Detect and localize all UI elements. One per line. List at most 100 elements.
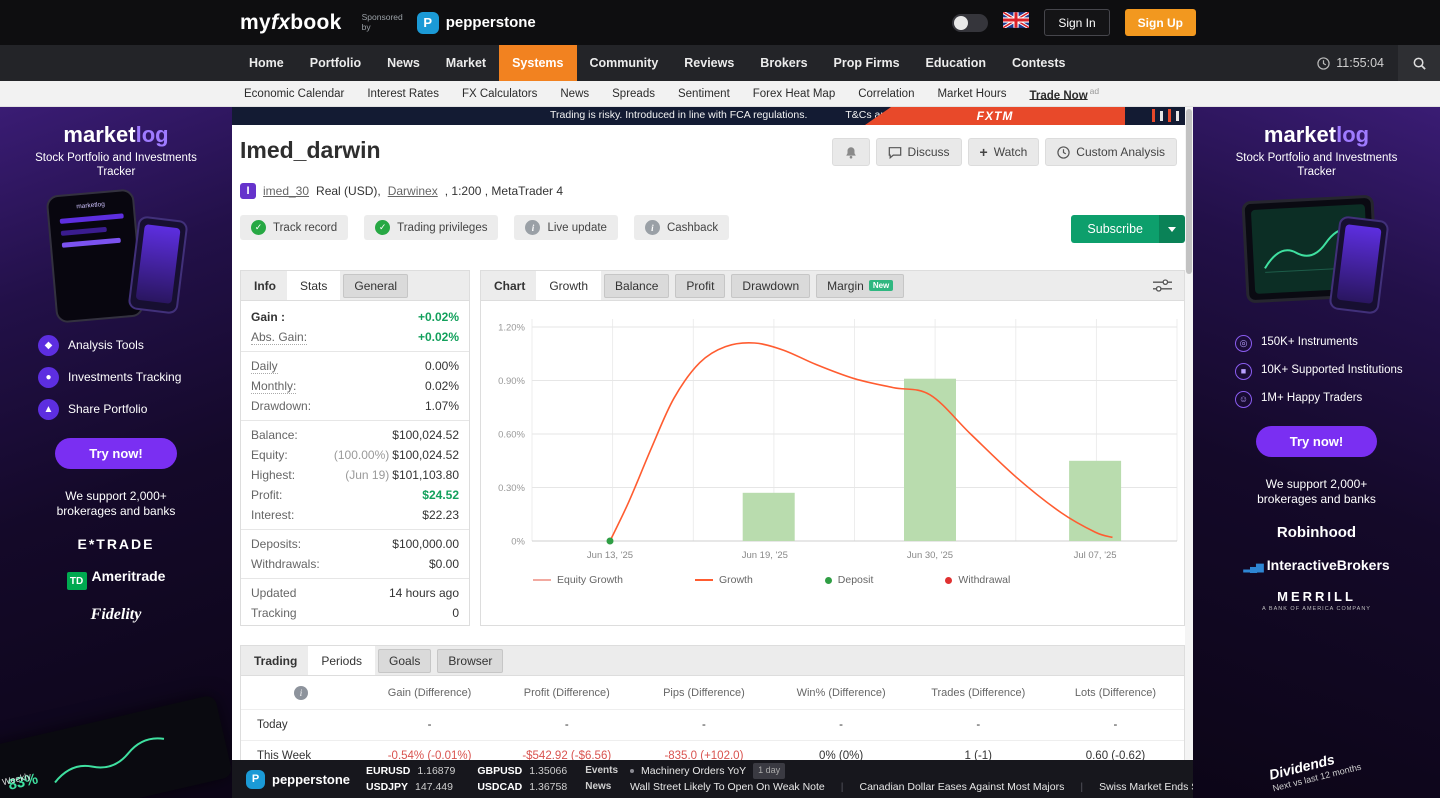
- nav-item-market[interactable]: Market: [433, 45, 499, 81]
- nav-item-reviews[interactable]: Reviews: [671, 45, 747, 81]
- legend-deposit[interactable]: Deposit: [824, 574, 873, 586]
- trading-privileges-badge[interactable]: ✓ Trading privileges: [364, 215, 499, 240]
- track-record-badge[interactable]: ✓ Track record: [240, 215, 349, 240]
- try-now-button[interactable]: Try now!: [1255, 425, 1378, 457]
- custom-analysis-button[interactable]: Custom Analysis: [1045, 138, 1177, 166]
- search-button[interactable]: [1398, 45, 1440, 81]
- scrollbar-thumb[interactable]: [1186, 109, 1192, 274]
- nav-item-contests[interactable]: Contests: [999, 45, 1078, 81]
- tab-browser[interactable]: Browser: [437, 648, 504, 673]
- event-row[interactable]: Machinery Orders YoY 1 day: [630, 762, 1193, 779]
- fxtm-ad-banner[interactable]: Trading is risky. Introduced in line wit…: [232, 107, 1185, 125]
- info-icon[interactable]: i: [294, 685, 308, 700]
- info-icon: i: [525, 220, 541, 235]
- merrill-logo: MERRILL: [1277, 588, 1356, 604]
- quote-column[interactable]: EURUSD 1.16879 USDJPY 147.449: [366, 763, 455, 796]
- subnav-market-hours[interactable]: Market Hours: [937, 88, 1006, 100]
- stats-panel-tabs: Info Stats General: [241, 271, 469, 301]
- profit-value: $24.52: [422, 488, 459, 502]
- nav-item-home[interactable]: Home: [236, 45, 297, 81]
- headline[interactable]: Wall Street Likely To Open On Weak Note: [630, 779, 825, 795]
- pepperstone-icon: P: [246, 769, 265, 789]
- tracking-icon: ●: [38, 366, 59, 388]
- subnav-sentiment[interactable]: Sentiment: [678, 88, 730, 100]
- subscribe-dropdown[interactable]: [1159, 215, 1185, 243]
- marketlog-logo: marketlog: [63, 122, 169, 147]
- daily-value: 0.00%: [424, 359, 459, 373]
- broker-link[interactable]: Darwinex: [388, 184, 438, 198]
- scrollbar-track[interactable]: [1185, 107, 1193, 798]
- notifications-button[interactable]: [831, 138, 870, 166]
- support-text: We support 2,000+ brokerages and banks: [56, 488, 176, 519]
- tracking-value: 0: [452, 606, 459, 620]
- left-ad-sidebar[interactable]: marketlog Stock Portfolio and Investment…: [0, 107, 232, 798]
- svg-text:0.30%: 0.30%: [498, 483, 525, 494]
- logo-fx: fx: [270, 10, 291, 34]
- dot-swatch: [824, 576, 832, 584]
- sign-in-button[interactable]: Sign In: [1044, 9, 1110, 36]
- headline[interactable]: Canadian Dollar Eases Against Most Major…: [860, 779, 1065, 795]
- subnav-economic-calendar[interactable]: Economic Calendar: [244, 88, 344, 100]
- discuss-button[interactable]: Discuss: [875, 138, 962, 166]
- tab-general[interactable]: General: [343, 273, 409, 298]
- nav-item-prop-firms[interactable]: Prop Firms: [821, 45, 913, 81]
- withdrawals-value: $0.00: [428, 557, 459, 571]
- sponsored-label: Sponsored by: [361, 11, 403, 32]
- pepperstone-logo[interactable]: P pepperstone: [416, 11, 536, 34]
- subnav-spreads[interactable]: Spreads: [612, 88, 655, 100]
- equity-value: (100.00%) $100,024.52: [333, 448, 459, 462]
- headline[interactable]: Swiss Market Ends Sharp: [1099, 779, 1193, 795]
- tab-balance[interactable]: Balance: [604, 273, 670, 298]
- try-now-button[interactable]: Try now!: [55, 437, 177, 469]
- nav-item-community[interactable]: Community: [577, 45, 672, 81]
- subnav-interest-rates[interactable]: Interest Rates: [367, 88, 439, 100]
- subscribe-button[interactable]: Subscribe: [1071, 215, 1185, 243]
- tab-margin[interactable]: Margin New: [816, 273, 905, 298]
- uk-flag-icon[interactable]: [1002, 10, 1031, 33]
- mock-bar: [60, 226, 108, 236]
- tab-profit[interactable]: Profit: [675, 273, 726, 298]
- share-icon: ▲: [38, 398, 59, 420]
- tab-periods[interactable]: Periods: [308, 646, 376, 675]
- nav-item-brokers[interactable]: Brokers: [747, 45, 820, 81]
- live-update-badge[interactable]: i Live update: [514, 215, 618, 240]
- legend-equity-growth[interactable]: Equity Growth: [533, 574, 623, 586]
- myfxbook-logo[interactable]: myfxbook: [240, 11, 342, 35]
- subnav-trade-now[interactable]: Trade Now ad: [1030, 86, 1100, 102]
- chart-settings-button[interactable]: [1153, 278, 1172, 293]
- account-link[interactable]: imed_30: [263, 184, 309, 198]
- nav-item-systems[interactable]: Systems: [499, 45, 577, 81]
- svg-text:0.90%: 0.90%: [498, 376, 525, 387]
- ticker-sections: Events News: [585, 763, 618, 795]
- growth-chart-svg: 0% 0.30% 0.60% 0.90% 1.20% Jun 13, '25 Jun 19,…: [498, 319, 1178, 561]
- quote-column[interactable]: GBPUSD 1.35066 USDCAD 1.36758: [477, 763, 567, 796]
- tab-growth[interactable]: Growth: [536, 271, 602, 300]
- svg-text:0%: 0%: [511, 537, 525, 548]
- pepperstone-ticker-logo[interactable]: P pepperstone: [232, 769, 366, 789]
- nav-item-education[interactable]: Education: [913, 45, 999, 81]
- subnav-correlation[interactable]: Correlation: [858, 88, 914, 100]
- divider: [241, 351, 469, 352]
- legend-growth[interactable]: Growth: [694, 574, 753, 586]
- feature-list: ◆ Analysis Tools ● Investments Tracking ▲ S…: [0, 334, 232, 420]
- tab-goals[interactable]: Goals: [378, 648, 432, 673]
- sign-up-button[interactable]: Sign Up: [1124, 9, 1196, 36]
- legend-withdrawal[interactable]: Withdrawal: [945, 574, 1010, 586]
- theme-toggle[interactable]: [952, 13, 989, 32]
- updated-value: 14 hours ago: [388, 586, 459, 600]
- tab-stats[interactable]: Stats: [287, 271, 341, 300]
- verification-badges: ✓ Track record ✓ Trading privileges i Live …: [240, 215, 730, 240]
- fxtm-zone: FXTM: [865, 107, 1125, 125]
- nav-item-portfolio[interactable]: Portfolio: [297, 45, 374, 81]
- right-ad-sidebar[interactable]: marketlog Stock Portfolio and Investment…: [1193, 107, 1440, 798]
- tab-info[interactable]: Info: [243, 279, 287, 293]
- watch-button[interactable]: + Watch: [967, 138, 1040, 166]
- growth-chart[interactable]: 0% 0.30% 0.60% 0.90% 1.20% Jun 13, '25 Jun 19,…: [481, 301, 1184, 586]
- subnav-news[interactable]: News: [560, 88, 589, 100]
- etrade-logo: E*TRADE: [77, 535, 155, 552]
- subnav-forex-heat-map[interactable]: Forex Heat Map: [753, 88, 835, 100]
- subnav-fx-calculators[interactable]: FX Calculators: [462, 88, 537, 100]
- tab-drawdown[interactable]: Drawdown: [731, 273, 811, 298]
- cashback-badge[interactable]: i Cashback: [633, 215, 730, 240]
- nav-item-news[interactable]: News: [374, 45, 433, 81]
